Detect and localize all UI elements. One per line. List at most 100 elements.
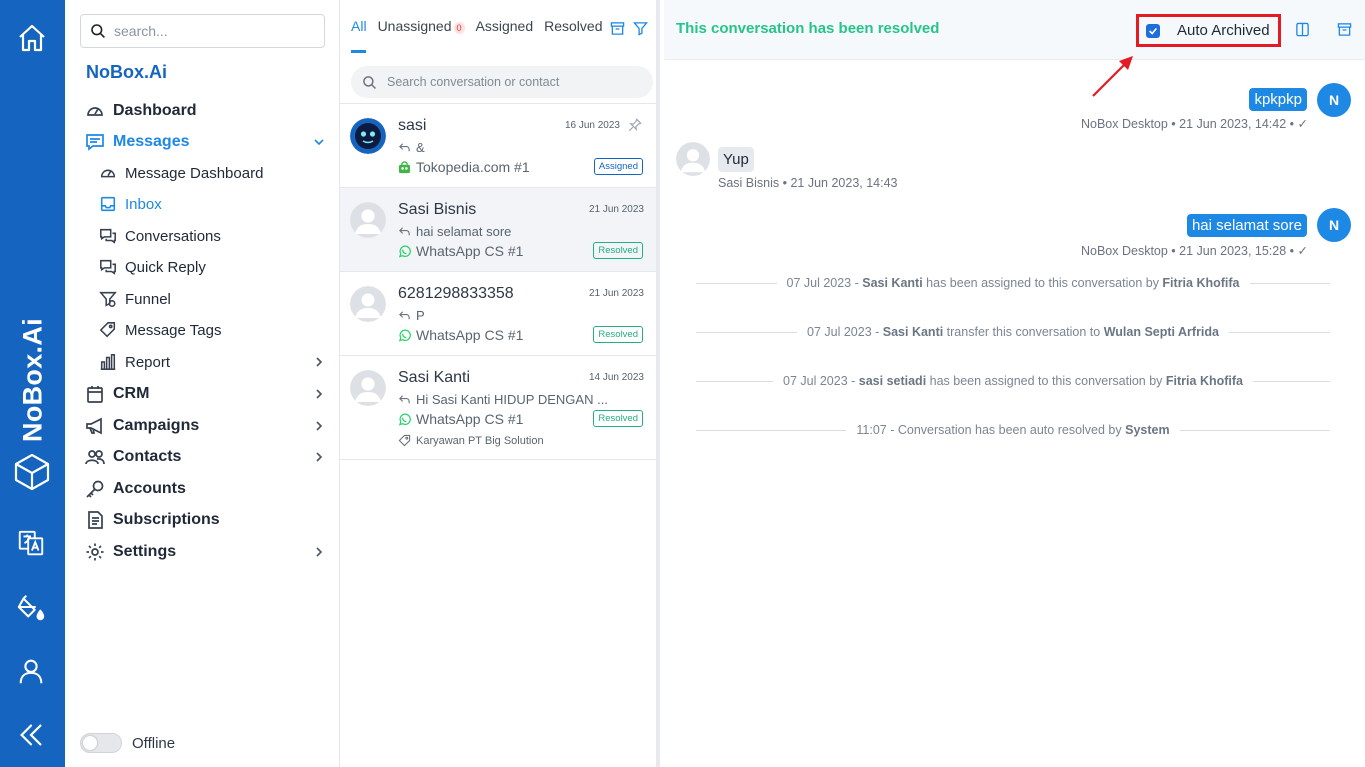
home-icon[interactable]	[16, 22, 48, 54]
nav-crm[interactable]: CRM	[85, 384, 325, 404]
conversation-date: 21 Jun 2023	[588, 288, 644, 299]
conversation-channel-text: WhatsApp CS #1	[416, 243, 524, 259]
nav-message-tags[interactable]: Message Tags	[99, 321, 221, 339]
paint-bucket-icon[interactable]	[16, 592, 48, 624]
nav-message-dashboard[interactable]: Message Dashboard	[99, 164, 263, 182]
conversation-item[interactable]: Sasi Bisnis 21 Jun 2023 hai selamat sore…	[340, 188, 656, 272]
archive-icon[interactable]	[610, 21, 625, 36]
conversation-preview: hai selamat sore	[398, 224, 511, 239]
rail-brand: NoBox.Ai	[10, 310, 55, 450]
nav-contacts-label: Contacts	[113, 448, 182, 465]
sidebar: NoBox.Ai Dashboard Messages Message Dash…	[65, 0, 340, 767]
nav-inbox-label: Inbox	[125, 195, 162, 213]
archive-icon[interactable]	[1337, 22, 1352, 37]
pin-icon[interactable]	[628, 118, 642, 132]
status-badge: Resolved	[593, 326, 643, 343]
nav-messages[interactable]: Messages	[85, 132, 325, 152]
conversation-item[interactable]: sasi 16 Jun 2023 & Tokopedia.com #1 Assi…	[340, 104, 656, 188]
split-view-icon[interactable]	[1295, 22, 1310, 37]
nav-quick-reply[interactable]: Quick Reply	[99, 258, 206, 276]
avatar	[350, 286, 386, 322]
divider	[1229, 331, 1331, 333]
divider	[1253, 380, 1331, 382]
conversation-name: Sasi Bisnis	[398, 201, 477, 218]
conversation-list-panel: All Unassigned0 Assigned Resolved sasi	[340, 0, 660, 767]
conversation-search[interactable]	[351, 66, 653, 98]
conversation-channel: WhatsApp CS #1	[398, 243, 523, 259]
divider	[696, 380, 774, 382]
auto-archived-checkbox[interactable]	[1146, 23, 1160, 38]
chevron-right-icon	[316, 389, 323, 399]
system-event: 07 Jul 2023 - Sasi Kanti transfer this c…	[696, 325, 1331, 339]
list-actions	[610, 21, 648, 36]
conversation-tag: Karyawan PT Big Solution	[398, 434, 544, 447]
sidebar-search[interactable]	[80, 14, 325, 48]
avatar	[350, 202, 386, 238]
avatar	[350, 370, 386, 406]
chat-bubbles-icon	[100, 228, 116, 244]
nav-conversations[interactable]: Conversations	[99, 227, 221, 245]
chevron-right-icon	[316, 452, 323, 462]
conversation-name: 6281298833358	[398, 285, 514, 302]
conversation-name: Sasi Kanti	[398, 369, 471, 386]
nav-campaigns[interactable]: Campaigns	[85, 416, 325, 436]
system-event: 11:07 - Conversation has been auto resol…	[696, 423, 1330, 437]
nav-funnel-label: Funnel	[125, 290, 171, 308]
gear-icon	[86, 543, 104, 561]
tab-assigned[interactable]: Assigned	[476, 18, 534, 34]
divider	[1179, 429, 1330, 431]
nav-campaigns-label: Campaigns	[113, 417, 200, 434]
chat-bubbles-icon	[100, 259, 116, 275]
conversation-search-input[interactable]	[387, 75, 637, 89]
conversation-date: 21 Jun 2023	[588, 204, 644, 215]
nav-settings[interactable]: Settings	[85, 542, 325, 562]
system-event-text: 07 Jul 2023 - Sasi Kanti transfer this c…	[807, 325, 1219, 339]
tab-all[interactable]: All	[351, 18, 367, 53]
reply-icon	[399, 311, 410, 320]
tab-resolved[interactable]: Resolved	[544, 18, 602, 34]
conversation-channel-text: WhatsApp CS #1	[416, 411, 524, 427]
nav-contacts[interactable]: Contacts	[85, 447, 325, 467]
system-event: 07 Jul 2023 - sasi setiadi has been assi…	[696, 374, 1331, 388]
conversation-item[interactable]: Sasi Kanti 14 Jun 2023 Hi Sasi Kanti HID…	[340, 356, 656, 460]
nav-inbox[interactable]: Inbox	[99, 195, 162, 213]
filter-icon[interactable]	[633, 21, 648, 36]
nav-messages-label: Messages	[113, 133, 190, 150]
conversation-tag-text: Karyawan PT Big Solution	[416, 434, 544, 447]
nav-dashboard[interactable]: Dashboard	[85, 101, 197, 121]
nav-subscriptions[interactable]: Subscriptions	[85, 510, 220, 530]
users-icon	[85, 450, 105, 465]
whatsapp-icon	[398, 413, 411, 426]
red-arrow-annotation	[1092, 56, 1133, 97]
conversation-item[interactable]: 6281298833358 21 Jun 2023 P WhatsApp CS …	[340, 272, 656, 356]
chevron-down-icon	[314, 139, 324, 146]
status-badge: Resolved	[593, 410, 643, 427]
reply-icon	[399, 227, 410, 236]
check-icon: ✓	[1297, 117, 1308, 131]
message-meta-text: NoBox Desktop • 21 Jun 2023, 14:42 •	[1080, 117, 1295, 131]
auto-archived-highlight: Auto Archived	[1136, 14, 1281, 47]
nav-report[interactable]: Report	[99, 353, 325, 371]
translate-icon[interactable]	[16, 528, 48, 560]
divider	[696, 429, 847, 431]
nav-funnel[interactable]: Funnel	[99, 290, 171, 308]
rail-brand-text: NoBox.Ai	[17, 318, 47, 442]
nav-crm-label: CRM	[113, 385, 150, 402]
message-bubble-incoming: Yup	[718, 147, 754, 172]
online-status: Offline	[80, 733, 175, 753]
tab-unassigned[interactable]: Unassigned 0	[378, 18, 465, 34]
conversation-channel: WhatsApp CS #1	[398, 411, 523, 427]
online-toggle[interactable]	[80, 733, 122, 753]
resolved-title: This conversation has been resolved	[676, 20, 940, 37]
document-icon	[88, 511, 103, 529]
megaphone-icon	[86, 417, 102, 435]
nav-accounts[interactable]: Accounts	[85, 479, 186, 499]
chat-header: This conversation has been resolved Auto…	[664, 0, 1365, 60]
user-icon[interactable]	[16, 656, 48, 688]
message-bubble-outgoing: hai selamat sore	[1186, 214, 1307, 237]
sidebar-search-input[interactable]	[114, 23, 304, 39]
collapse-icon[interactable]	[16, 720, 48, 752]
avatar	[676, 142, 710, 176]
conversation-preview-text: Hi Sasi Kanti HIDUP DENGAN ...	[416, 392, 608, 407]
status-badge: Resolved	[593, 242, 643, 259]
